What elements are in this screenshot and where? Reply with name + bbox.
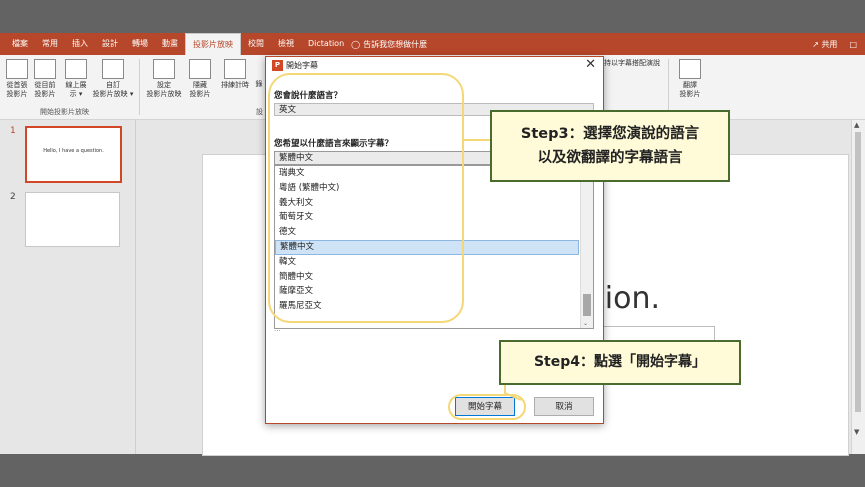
lightbulb-icon: ◯ [351, 39, 361, 49]
tell-me-box[interactable]: ◯ 告訴我您想做什麼 [351, 39, 427, 50]
tab-file[interactable]: 檔案 [0, 33, 35, 55]
slide-thumbnail-1[interactable]: Hello, I have a question. [25, 126, 122, 183]
scroll-up-icon[interactable]: ▲ [854, 121, 859, 129]
stopwatch-icon [224, 59, 246, 79]
from-beginning-label: 從首張 投影片 [6, 81, 28, 98]
from-current-button[interactable]: 從目前 投影片 [32, 59, 58, 99]
custom-show-button[interactable]: 自訂 投影片放映 ▾ [91, 59, 135, 99]
slideshow-current-icon [34, 59, 56, 79]
group-label-start-show: 開始投影片放映 [40, 108, 89, 116]
tab-slideshow[interactable]: 投影片放映 [185, 32, 241, 56]
hide-slide-button[interactable]: 隱藏 投影片 [187, 59, 213, 99]
custom-show-icon [102, 59, 124, 79]
tab-view[interactable]: 檢視 [271, 33, 301, 55]
tab-insert[interactable]: 插入 [65, 33, 95, 55]
slideshow-start-icon [6, 59, 28, 79]
close-icon[interactable]: ✕ [585, 58, 596, 72]
record-button[interactable]: 錄 [254, 59, 264, 89]
ribbon-separator [139, 59, 140, 115]
tell-me-text: 告訴我您想做什麼 [363, 39, 428, 49]
translate-label: 翻譯 投影片 [679, 81, 701, 98]
slide-number-1: 1 [10, 126, 16, 136]
powerpoint-icon: P [272, 60, 283, 71]
present-online-button[interactable]: 線上展 示 ▾ [62, 59, 90, 99]
tab-transitions[interactable]: 轉場 [125, 33, 155, 55]
rehearse-timings-button[interactable]: 排練計時 [218, 59, 252, 90]
tab-home[interactable]: 常用 [35, 33, 65, 55]
custom-show-label: 自訂 投影片放映 ▾ [92, 81, 134, 98]
tab-design[interactable]: 設計 [95, 33, 125, 55]
tab-review[interactable]: 校閱 [241, 33, 271, 55]
start-button-highlight [448, 394, 526, 420]
tab-dictation[interactable]: Dictation [301, 33, 351, 55]
ribbon-separator [668, 59, 669, 115]
scroll-down-icon[interactable]: ▼ [854, 428, 859, 436]
step3-line1: Step3：選擇您演說的語言 [520, 126, 700, 142]
hide-slide-icon [189, 59, 211, 79]
slide-number-2: 2 [10, 192, 16, 202]
comments-icon[interactable]: □ [849, 40, 857, 49]
slide-thumbnail-pane: 1 Hello, I have a question. 2 [0, 120, 136, 454]
translate-icon [679, 59, 701, 79]
obscured-text: ... [274, 325, 281, 333]
scroll-thumb[interactable] [855, 132, 861, 412]
tab-animations[interactable]: 動畫 [155, 33, 185, 55]
share-icon: ↗ [812, 39, 819, 49]
step3-line2: 以及欲翻譯的字幕語言 [537, 150, 683, 166]
chevron-down-icon[interactable]: ⌄ [583, 320, 588, 327]
record-label: 錄 [255, 80, 263, 88]
present-online-icon [65, 59, 87, 79]
from-beginning-button[interactable]: 從首張 投影片 [4, 59, 30, 99]
rehearse-label: 排練計時 [221, 81, 249, 89]
language-highlight-frame [268, 73, 464, 323]
dropdown-scrollbar[interactable]: ⌄ [580, 166, 593, 328]
dropdown-scroll-thumb[interactable] [583, 294, 591, 316]
present-online-label: 線上展 示 ▾ [65, 81, 87, 98]
dialog-title: 開始字幕 [286, 61, 318, 70]
hide-slide-label: 隱藏 投影片 [189, 81, 211, 98]
slide-thumbnail-2[interactable] [25, 192, 120, 247]
step3-callout: Step3：選擇您演說的語言 以及欲翻譯的字幕語言 [490, 110, 730, 182]
share-label: 共用 [821, 39, 838, 49]
share-button[interactable]: ↗ 共用 [812, 39, 837, 50]
slide-thumbnail-text: Hello, I have a question. [43, 148, 104, 154]
from-current-label: 從目前 投影片 [34, 81, 56, 98]
cancel-button[interactable]: 取消 [534, 397, 594, 416]
setup-show-icon [153, 59, 175, 79]
editor-scrollbar[interactable]: ▲ ▼ [851, 120, 865, 454]
ribbon-tab-bar: 檔案 常用 插入 設計 轉場 動畫 投影片放映 校閱 檢視 Dictation … [0, 32, 865, 56]
setup-show-button[interactable]: 設定 投影片放映 [144, 59, 184, 99]
setup-show-label: 設定 投影片放映 [146, 81, 182, 98]
translate-slide-button[interactable]: 翻譯 投影片 [676, 59, 704, 99]
group-label-setup: 設 [256, 108, 263, 116]
step4-callout: Step4：點選「開始字幕」 [499, 340, 741, 385]
